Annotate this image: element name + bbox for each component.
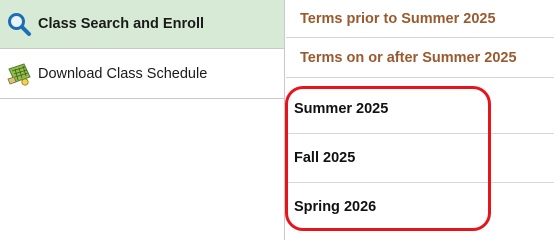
- nav-item-label: Download Class Schedule: [38, 65, 208, 82]
- terms-on-or-after-header[interactable]: Terms on or after Summer 2025: [286, 38, 554, 78]
- left-navigation: Class Search and Enroll Download Class S…: [0, 0, 285, 240]
- term-option-fall-2025[interactable]: Fall 2025: [286, 134, 554, 183]
- magnifier-search-icon: [8, 13, 31, 36]
- nav-item-label: Class Search and Enroll: [38, 16, 205, 32]
- term-option-summer-2025[interactable]: Summer 2025: [286, 85, 554, 134]
- nav-item-download-class-schedule[interactable]: Download Class Schedule: [0, 49, 284, 99]
- terms-prior-header[interactable]: Terms prior to Summer 2025: [286, 0, 554, 38]
- nav-item-class-search-and-enroll[interactable]: Class Search and Enroll: [0, 0, 284, 49]
- term-option-spring-2026[interactable]: Spring 2026: [286, 183, 554, 230]
- calendar-download-icon: [7, 62, 31, 86]
- term-selection-panel: Terms prior to Summer 2025 Terms on or a…: [286, 0, 554, 240]
